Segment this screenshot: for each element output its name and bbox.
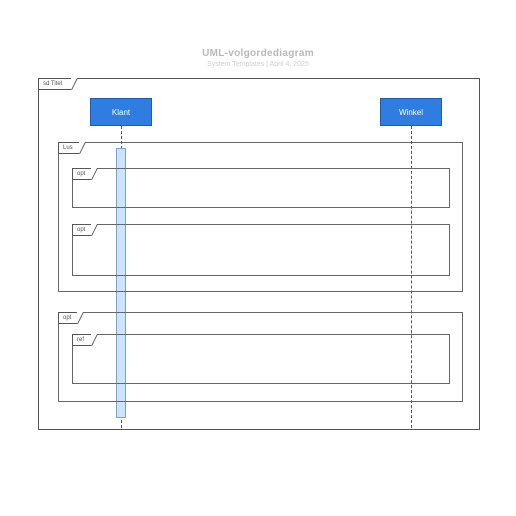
sd-frame-label: sd Titel — [38, 78, 72, 90]
header: UML-volgordediagram System Templates | A… — [0, 48, 516, 68]
actor-klant-label: Klant — [112, 108, 130, 117]
fragment-opt2-label: opt — [72, 224, 92, 236]
actor-winkel: Winkel — [380, 98, 442, 126]
fragment-ref: ref — [72, 334, 450, 384]
fragment-ref-label: ref — [72, 334, 92, 346]
diagram-title: UML-volgordediagram — [0, 48, 516, 59]
actor-klant: Klant — [90, 98, 152, 126]
actor-winkel-label: Winkel — [399, 108, 423, 117]
fragment-lus-label: Lus — [58, 142, 80, 154]
fragment-opt1-label: opt — [72, 168, 92, 180]
diagram-subtitle: System Templates | April 4, 2025 — [0, 61, 516, 68]
fragment-opt2: opt — [72, 224, 450, 276]
fragment-opt1: opt — [72, 168, 450, 208]
fragment-opt3-label: opt — [58, 312, 78, 324]
